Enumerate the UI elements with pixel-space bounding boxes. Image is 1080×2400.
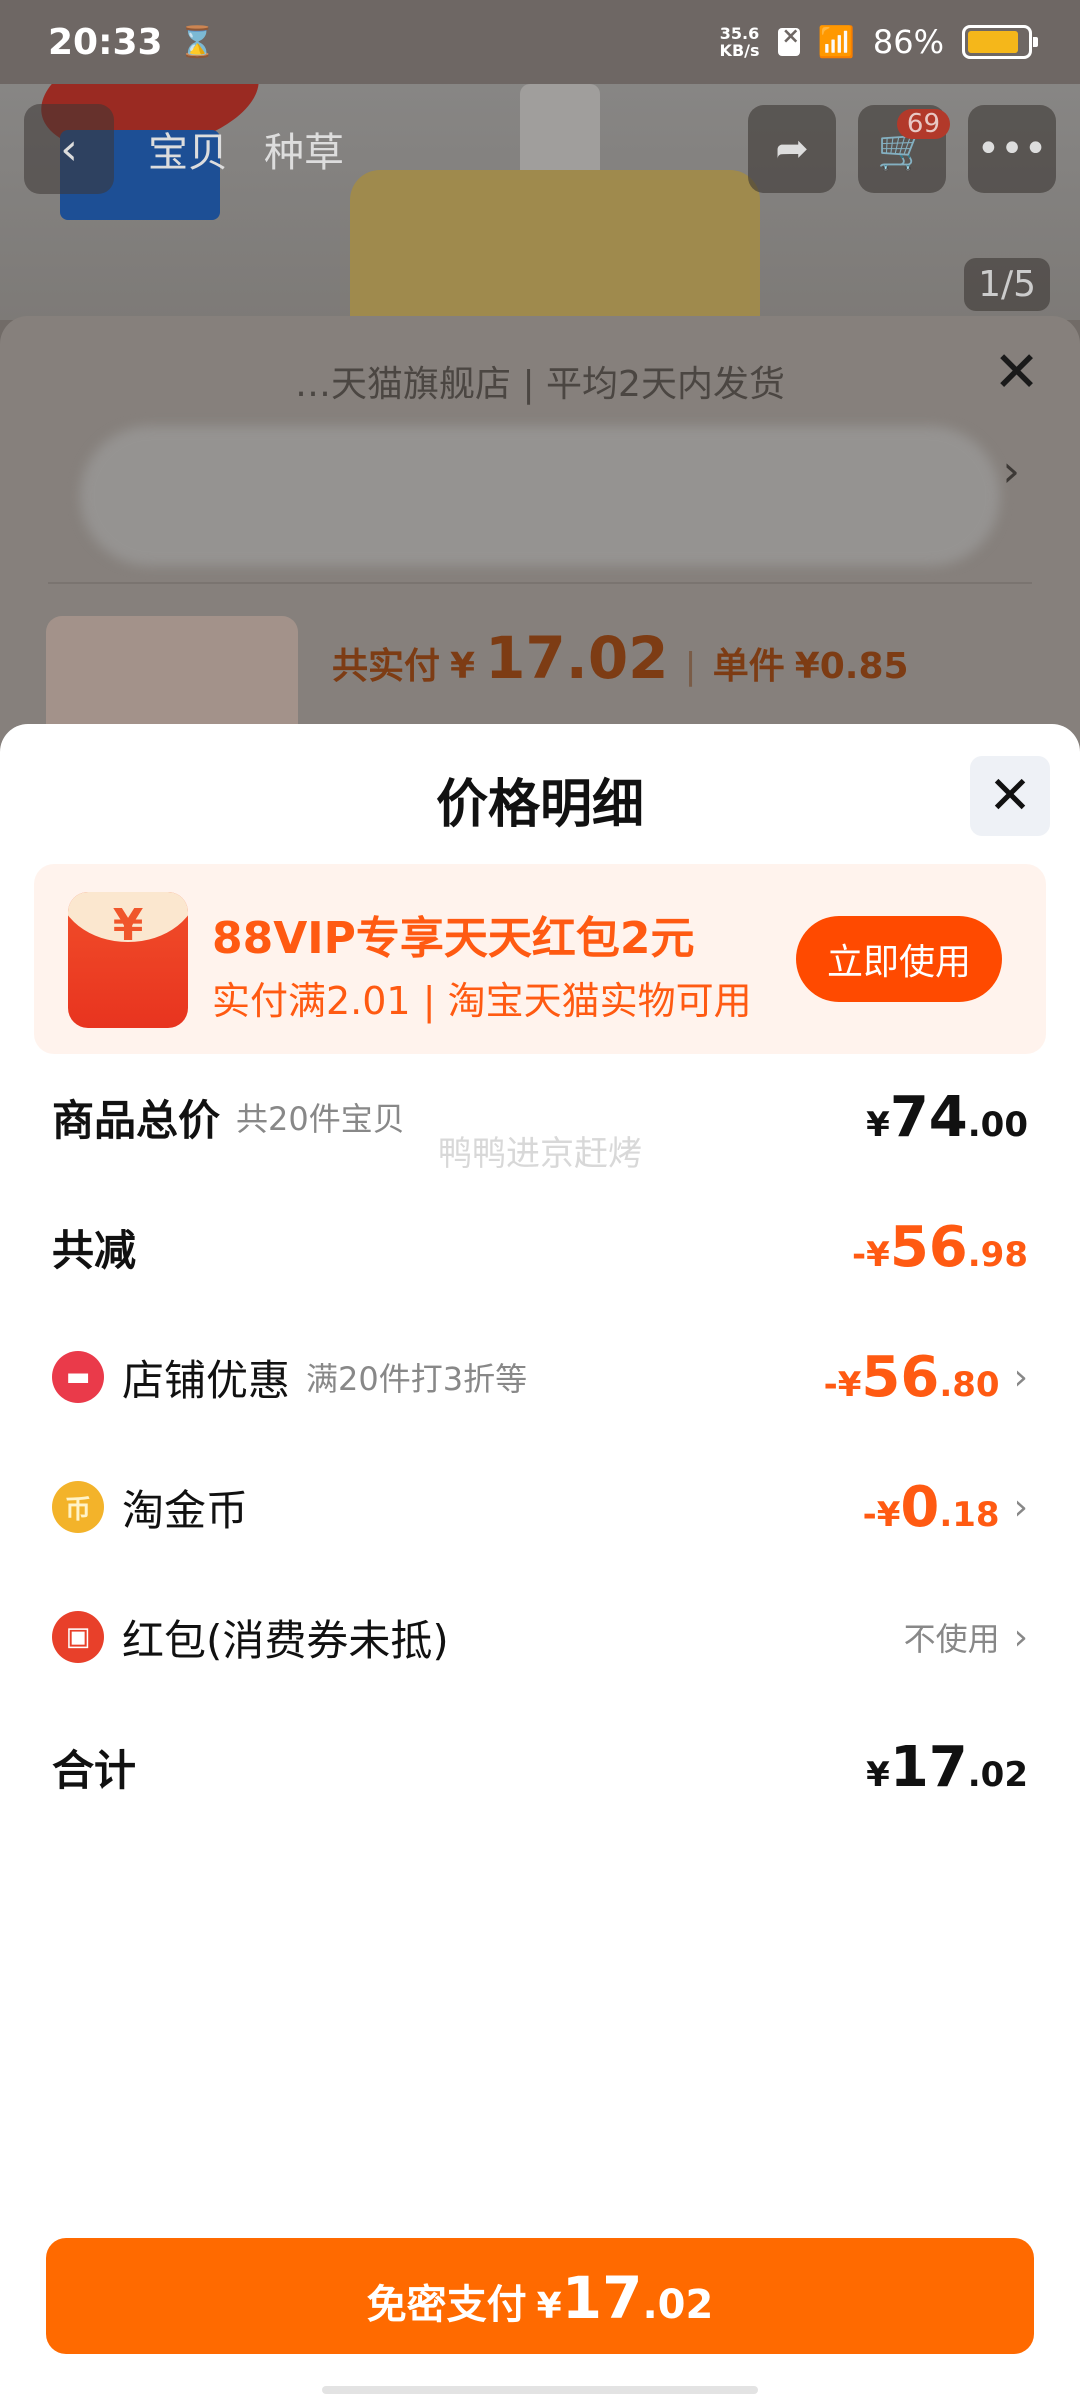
share-icon: ➦ xyxy=(775,126,809,172)
wifi-icon: 📶 xyxy=(817,24,855,60)
promo-title: 88VIP专享天天红包2元 xyxy=(212,913,695,964)
amount-int: 56 xyxy=(889,1214,968,1280)
coin-amount: -¥ 0 .18 xyxy=(863,1475,1000,1540)
amount-dec: .80 xyxy=(939,1364,1000,1405)
pay-int: 17 xyxy=(561,2264,643,2332)
unit-price-value: ¥0.85 xyxy=(794,646,909,687)
red-packet-label: 红包(消费券未抵) xyxy=(122,1615,449,1665)
reduction-label: 共减 xyxy=(52,1225,137,1275)
product-nav-bar: ‹ 宝贝 种草 ➦ 🛒 69 ••• xyxy=(24,104,1056,194)
use-now-button[interactable]: 立即使用 xyxy=(796,916,1002,1002)
chevron-right-icon: › xyxy=(1002,446,1020,497)
order-price-value: 17.02 xyxy=(485,624,669,692)
network-speed-unit: KB/s xyxy=(719,41,760,60)
amount-dec: .00 xyxy=(967,1104,1028,1145)
pay-dec: .02 xyxy=(642,2282,714,2328)
divider xyxy=(48,582,1032,584)
price-detail-sheet: 价格明细 ✕ ¥ 88VIP专享天天红包2元 实付满2.01 | 淘宝天猫实物可… xyxy=(0,724,1080,2400)
chevron-right-icon: › xyxy=(1013,1616,1028,1658)
amount-dec: .18 xyxy=(939,1494,1000,1535)
red-packet-glyph: ¥ xyxy=(112,900,144,951)
amount-int: 74 xyxy=(889,1084,968,1150)
close-icon: ✕ xyxy=(988,766,1032,826)
more-button[interactable]: ••• xyxy=(968,105,1056,193)
tab-seed[interactable]: 种草 xyxy=(264,120,344,178)
sim-icon xyxy=(777,24,800,56)
close-button[interactable]: ✕ xyxy=(970,756,1050,836)
coin-label: 淘金币 xyxy=(122,1485,249,1535)
pay-label: 免密支付 xyxy=(366,2282,527,2328)
tab-item[interactable]: 宝贝 xyxy=(148,120,228,178)
pay-yuan: ¥ xyxy=(536,2286,562,2327)
store-icon: ▬ xyxy=(52,1351,104,1403)
battery-icon xyxy=(962,25,1038,59)
store-line: …天猫旗舰店 | 平均2天内发货 xyxy=(295,364,785,405)
share-button[interactable]: ➦ xyxy=(748,105,836,193)
amount-yuan: -¥ xyxy=(852,1234,890,1275)
store-discount-amount: -¥ 56 .80 xyxy=(824,1345,1000,1410)
red-packet-icon: ▣ xyxy=(52,1611,104,1663)
amount-dec: .02 xyxy=(967,1754,1028,1795)
chevron-right-icon: › xyxy=(1013,1486,1028,1528)
coin-icon: 币 xyxy=(52,1481,104,1533)
reduction-amount: -¥ 56 .98 xyxy=(852,1215,1028,1280)
amount-yuan: ¥ xyxy=(866,1754,890,1795)
chevron-right-icon: › xyxy=(1013,1356,1028,1398)
image-counter: 1/5 xyxy=(964,258,1050,311)
cart-button[interactable]: 🛒 69 xyxy=(858,105,950,193)
amount-yuan: -¥ xyxy=(823,1364,862,1405)
store-discount-note: 满20件打3折等 xyxy=(306,1360,528,1398)
nav-tabs: 宝贝 种草 xyxy=(148,120,344,178)
row-total-price: 商品总价 共20件宝贝 ¥ 74 .00 xyxy=(52,1072,1028,1162)
row-total-reduction: 共减 -¥ 56 .98 xyxy=(52,1202,1028,1292)
row-store-discount[interactable]: ▬ 店铺优惠 满20件打3折等 -¥ 56 .80 › xyxy=(52,1332,1028,1422)
amount-dec: .98 xyxy=(967,1234,1028,1275)
promo-subtitle: 实付满2.01 | 淘宝天猫实物可用 xyxy=(212,979,752,1023)
order-price-yuan: ¥ xyxy=(450,646,476,687)
network-speed: 35.6 KB/s xyxy=(720,25,760,59)
sheet-title: 价格明细 xyxy=(435,775,644,835)
red-packet-icon: ¥ xyxy=(68,892,188,1028)
store-discount-label: 店铺优惠 xyxy=(122,1355,291,1405)
total-price-label: 商品总价 xyxy=(52,1095,221,1145)
row-subtotal: 合计 ¥ 17 .02 xyxy=(52,1722,1028,1812)
row-red-packet[interactable]: ▣ 红包(消费券未抵) 不使用 › xyxy=(52,1592,1028,1682)
red-packet-value: 不使用 xyxy=(903,1620,1000,1658)
status-bar: 20:33 ⌛ 35.6 KB/s 📶 86% xyxy=(0,0,1080,84)
home-indicator[interactable] xyxy=(322,2386,758,2394)
amount-int: 56 xyxy=(861,1344,940,1410)
battery-percent: 86% xyxy=(872,23,944,61)
total-count-note: 共20件宝贝 xyxy=(236,1100,405,1138)
network-speed-value: 35.6 xyxy=(719,24,760,43)
amount-yuan: ¥ xyxy=(866,1104,890,1145)
unit-price-label: 单件 xyxy=(712,646,785,687)
total-price-amount: ¥ 74 .00 xyxy=(866,1085,1028,1150)
amount-int: 0 xyxy=(900,1474,940,1540)
row-taobao-coin[interactable]: 币 淘金币 -¥ 0 .18 › xyxy=(52,1462,1028,1552)
cart-badge: 69 xyxy=(896,109,950,139)
more-icon: ••• xyxy=(976,126,1048,172)
amount-yuan: -¥ xyxy=(862,1494,901,1535)
order-price: 共实付 ¥ 17.02 | 单件 ¥0.85 xyxy=(332,624,909,692)
address-blurred xyxy=(80,426,1000,566)
hourglass-icon: ⌛ xyxy=(178,24,216,60)
password-free-pay-button[interactable]: 免密支付 ¥ 17 .02 xyxy=(46,2238,1034,2354)
back-icon: ‹ xyxy=(60,123,78,175)
close-icon[interactable]: ✕ xyxy=(993,340,1040,405)
back-button[interactable]: ‹ xyxy=(24,104,114,194)
amount-int: 17 xyxy=(889,1734,968,1800)
status-time: 20:33 xyxy=(48,21,163,63)
order-price-label: 共实付 xyxy=(332,646,441,687)
vip-red-packet-banner: ¥ 88VIP专享天天红包2元 实付满2.01 | 淘宝天猫实物可用 立即使用 xyxy=(34,864,1046,1054)
subtotal-label: 合计 xyxy=(52,1745,137,1795)
subtotal-amount: ¥ 17 .02 xyxy=(866,1735,1028,1800)
